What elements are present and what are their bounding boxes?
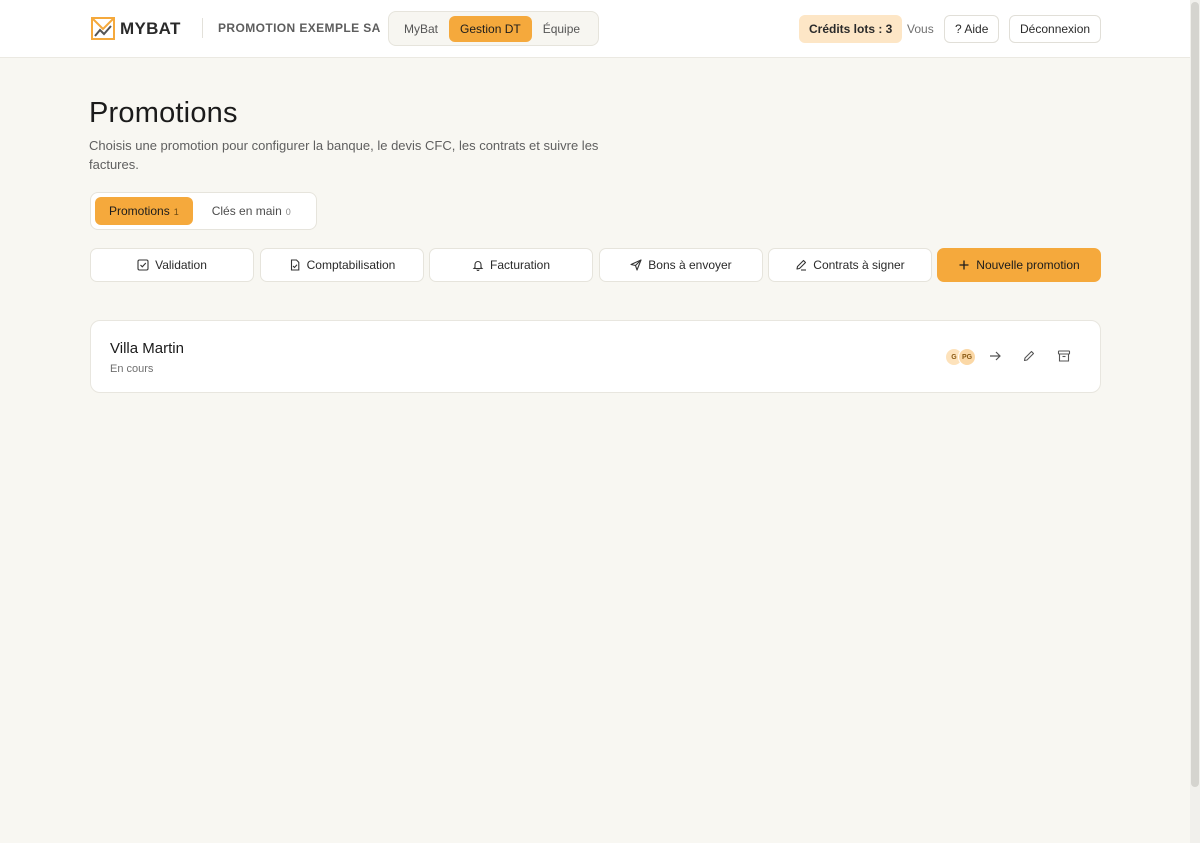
pencil-icon[interactable] [1022,349,1036,363]
bons-a-envoyer-button[interactable]: Bons à envoyer [599,248,763,282]
facturation-button[interactable]: Facturation [429,248,593,282]
user-label[interactable]: Vous [907,22,934,36]
promotion-status: En cours [110,363,154,375]
segment-tab-cles-en-main[interactable]: Clés en main 0 [197,197,306,225]
validation-button-label: Validation [155,258,207,272]
organization-name: PROMOTION EXEMPLE SA [218,21,381,35]
new-promotion-button-label: Nouvelle promotion [976,258,1080,272]
avatar: PG [958,348,976,366]
logout-button[interactable]: Déconnexion [1009,15,1102,43]
archive-icon[interactable] [1057,349,1071,363]
segment-tab-count: 0 [285,207,291,217]
scrollbar-thumb[interactable] [1191,2,1199,787]
segment-tab-count: 1 [173,207,179,217]
bons-a-envoyer-button-label: Bons à envoyer [648,258,732,272]
check-square-icon [137,259,149,271]
page-subtitle: Choisis une promotion pour configurer la… [89,138,599,172]
main-nav: MyBat Gestion DT Équipe [388,11,599,46]
bell-icon [472,261,484,271]
file-check-icon [290,259,299,271]
brand-name: MYBAT [120,18,181,38]
header-divider [202,18,203,38]
comptabilisation-button[interactable]: Comptabilisation [260,248,424,282]
logo-mark-icon [91,17,115,40]
nav-tab-equipe[interactable]: Équipe [532,16,591,42]
new-promotion-button[interactable]: Nouvelle promotion [937,248,1101,282]
pen-icon [796,259,807,271]
contrats-a-signer-button-label: Contrats à signer [813,258,905,272]
nav-tab-mybat[interactable]: MyBat [393,16,449,42]
credits-badge: Crédits lots : 3 [799,15,903,43]
comptabilisation-button-label: Comptabilisation [306,258,396,272]
segment-tab-label: Promotions [109,204,170,218]
promotion-card[interactable]: Villa Martin En cours G PG [90,320,1101,393]
promotion-type-switch: Promotions 1 Clés en main 0 [90,192,317,230]
validation-button[interactable]: Validation [90,248,254,282]
send-icon [630,259,642,271]
arrow-right-icon[interactable] [988,349,1002,363]
contrats-a-signer-button[interactable]: Contrats à signer [768,248,932,282]
segment-tab-promotions[interactable]: Promotions 1 [95,197,193,225]
nav-tab-gestion-dt[interactable]: Gestion DT [449,15,532,42]
brand-logo[interactable]: MYBAT [91,17,181,40]
plus-icon [959,260,969,270]
facturation-button-label: Facturation [489,258,551,272]
page-title: Promotions [89,97,238,129]
top-header: MYBAT PROMOTION EXEMPLE SA MyBat Gestion… [0,0,1190,58]
promotion-name[interactable]: Villa Martin [110,340,184,357]
segment-tab-label: Clés en main [211,204,282,218]
help-button[interactable]: ? Aide [944,15,1000,43]
